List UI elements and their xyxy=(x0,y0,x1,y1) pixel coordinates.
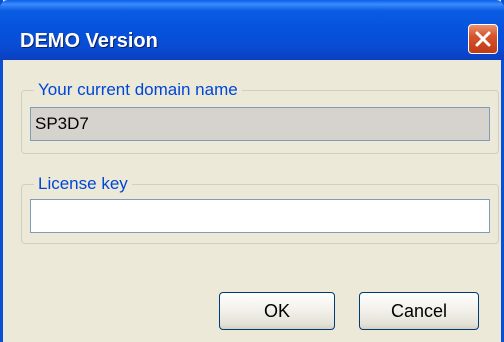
domain-name-label: Your current domain name xyxy=(34,79,242,101)
domain-name-field: SP3D7 xyxy=(30,107,490,141)
license-key-group: License key xyxy=(21,173,499,244)
demo-version-dialog: DEMO Version Your current domain name SP… xyxy=(0,0,504,342)
title-bar[interactable]: DEMO Version xyxy=(0,0,504,60)
license-key-input[interactable] xyxy=(30,199,490,233)
dialog-title: DEMO Version xyxy=(20,30,158,52)
close-icon xyxy=(475,31,491,47)
close-button[interactable] xyxy=(468,24,498,54)
ok-button[interactable]: OK xyxy=(219,292,335,330)
domain-name-group: Your current domain name SP3D7 xyxy=(21,79,499,154)
license-key-label: License key xyxy=(34,173,132,195)
cancel-button[interactable]: Cancel xyxy=(359,292,479,330)
